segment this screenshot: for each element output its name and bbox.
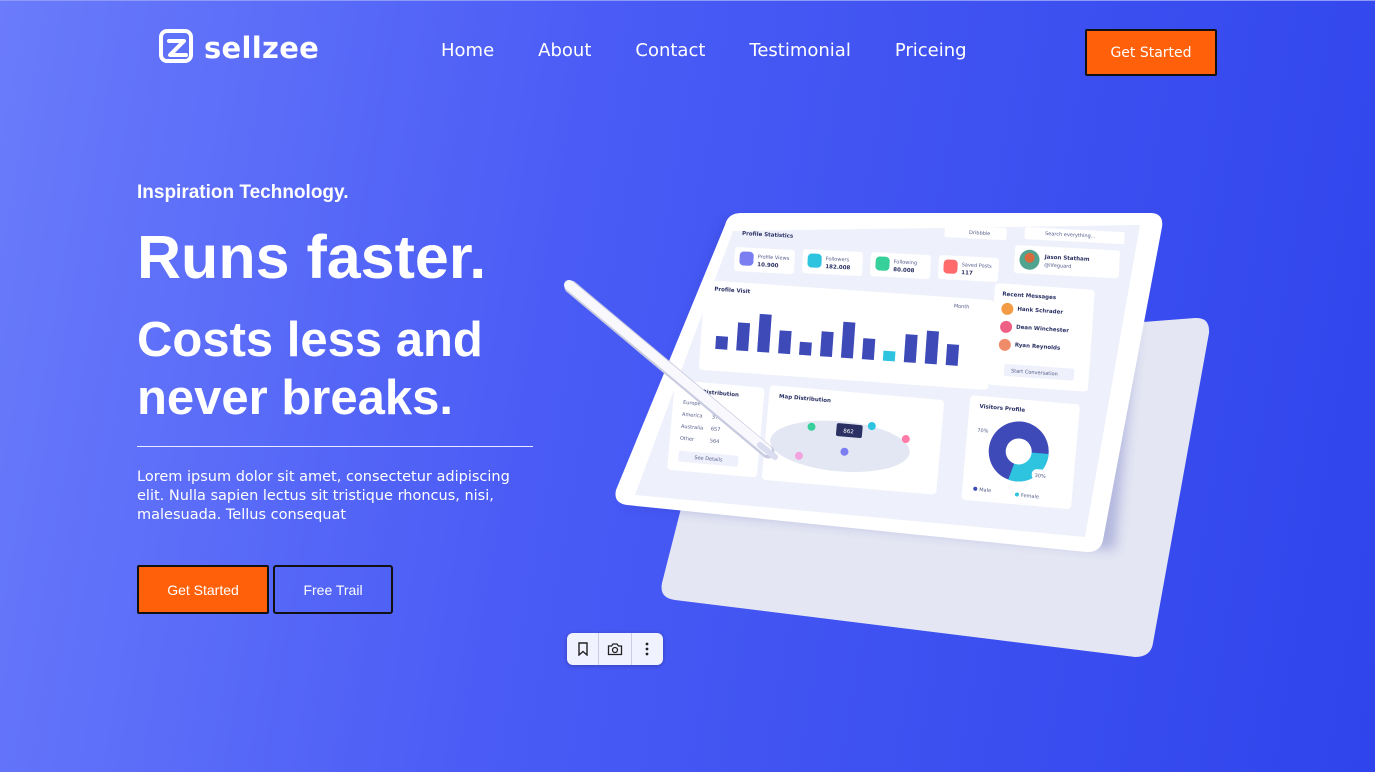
hero-get-started-button[interactable]: Get Started [137, 565, 269, 614]
stat-value: 10.900 [757, 262, 779, 269]
recent-messages-panel: Recent Messages Hank Schrader Dean Winch… [988, 283, 1095, 392]
distribution-value: 657 [711, 426, 721, 433]
legend-male: Male [979, 487, 991, 494]
bookmark-button[interactable] [567, 633, 600, 665]
hero-headline: Runs faster. [137, 223, 487, 291]
stat-label: Followers [826, 256, 850, 263]
nav-about[interactable]: About [538, 40, 591, 61]
logo-icon [159, 29, 193, 63]
male-percent: 70% [977, 428, 989, 435]
distribution-value: 564 [710, 438, 720, 445]
nav-testimonial[interactable]: Testimonial [749, 40, 850, 61]
stat-value: 117 [961, 270, 973, 277]
bookmark-icon [577, 642, 588, 656]
top-border [0, 0, 1375, 1]
visit-chart-period[interactable]: Month [954, 303, 970, 310]
visitors-profile-panel: Visitors Profile 70% 30% Male Female [961, 395, 1080, 509]
stat-label: Following [893, 259, 917, 266]
visual-search-button[interactable] [599, 633, 632, 665]
hero-subheadline: Costs less and never breaks. [137, 313, 483, 425]
brand-name: sellzee [204, 31, 320, 65]
free-trial-button[interactable]: Free Trail [273, 565, 393, 614]
female-percent: 30% [1034, 473, 1046, 480]
nav-contact[interactable]: Contact [635, 40, 705, 61]
more-vertical-icon [645, 642, 649, 656]
hero-divider [137, 446, 533, 447]
hero-eyebrow: Inspiration Technology. [137, 182, 349, 203]
camera-search-icon [607, 643, 623, 656]
map-distribution-panel: Map Distribution 862 [762, 385, 945, 495]
main-nav: Home About Contact Testimonial Priceing [441, 40, 967, 61]
map-badge-value: 862 [843, 429, 854, 436]
image-toolbar [567, 633, 663, 665]
stat-value: 80.008 [893, 267, 915, 274]
more-options-button[interactable] [632, 633, 663, 665]
tablet-dashboard-illustration: Profile Statistics Dribbble Search every… [564, 213, 1210, 657]
nav-home[interactable]: Home [441, 40, 494, 61]
hero-body-text: Lorem ipsum dolor sit amet, consectetur … [137, 469, 510, 523]
source-select-label: Dribbble [969, 230, 991, 237]
nav-pricing[interactable]: Priceing [895, 40, 967, 61]
profile-card[interactable]: Jason Statham @lifeguard [1013, 245, 1120, 279]
brand-logo[interactable]: sellzee [158, 28, 319, 68]
header-get-started-button[interactable]: Get Started [1085, 29, 1217, 76]
